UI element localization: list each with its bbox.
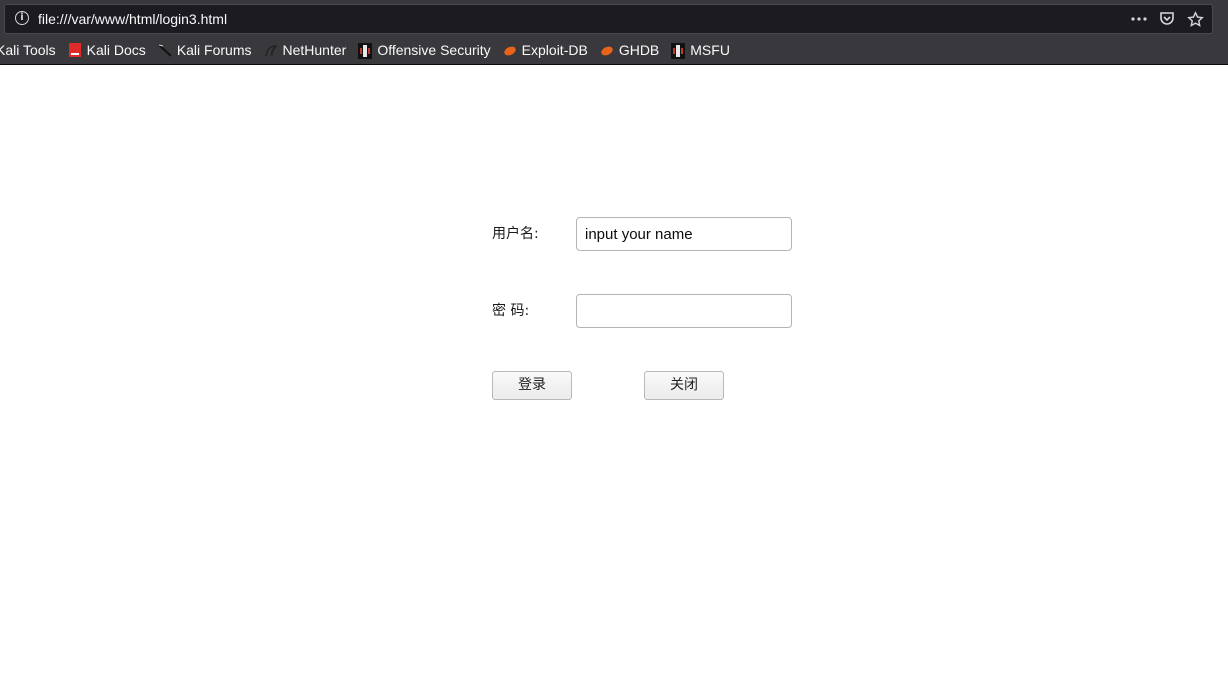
password-input[interactable] <box>576 294 792 328</box>
bookmark-label: Kali Docs <box>86 42 146 58</box>
offsec-icon <box>358 43 373 59</box>
bookmarks-toolbar: Kali Tools Kali Docs Kali Forums NetHunt… <box>0 38 742 62</box>
bookmark-label: GHDB <box>618 42 660 58</box>
username-label: 用户名: <box>492 226 539 242</box>
close-button[interactable]: 关闭 <box>644 371 724 400</box>
bookmark-label: Kali Forums <box>176 42 252 58</box>
bookmark-offensive-security[interactable]: Offensive Security <box>358 41 491 59</box>
bookmark-nethunter[interactable]: NetHunter <box>264 41 347 59</box>
url-bar[interactable]: i file:///var/www/html/login3.html <box>4 4 1213 34</box>
bookmark-label: Kali Tools <box>0 42 56 58</box>
url-actions <box>1130 9 1204 29</box>
bookmark-exploit-db[interactable]: Exploit-DB <box>503 41 588 59</box>
bookmark-label: Exploit-DB <box>521 42 588 58</box>
info-icon[interactable]: i <box>15 11 29 25</box>
bookmark-kali-docs[interactable]: Kali Docs <box>68 41 146 59</box>
browser-toolbar: i file:///var/www/html/login3.html Kali … <box>0 0 1228 65</box>
ghdb-icon <box>600 43 614 57</box>
exploit-db-icon <box>503 43 517 57</box>
kali-forums-icon <box>158 43 172 57</box>
bookmark-label: Offensive Security <box>377 42 491 58</box>
password-label: 密 码: <box>492 303 530 319</box>
more-icon[interactable] <box>1130 10 1148 28</box>
bookmark-kali-tools[interactable]: Kali Tools <box>0 41 56 59</box>
star-icon[interactable] <box>1186 10 1204 28</box>
url-text[interactable]: file:///var/www/html/login3.html <box>38 10 227 28</box>
bookmark-ghdb[interactable]: GHDB <box>600 41 659 59</box>
bookmark-label: NetHunter <box>282 42 347 58</box>
username-input[interactable] <box>576 217 792 251</box>
bookmark-kali-forums[interactable]: Kali Forums <box>158 41 252 59</box>
nethunter-icon <box>264 43 278 57</box>
login-button[interactable]: 登录 <box>492 371 572 400</box>
pocket-icon[interactable] <box>1158 10 1176 28</box>
bookmark-label: MSFU <box>690 42 730 58</box>
kali-docs-icon <box>68 43 82 57</box>
bookmark-msfu[interactable]: MSFU <box>671 41 730 59</box>
page-content: 用户名: 密 码: 登录 关闭 <box>0 65 1228 692</box>
msfu-icon <box>671 43 686 59</box>
